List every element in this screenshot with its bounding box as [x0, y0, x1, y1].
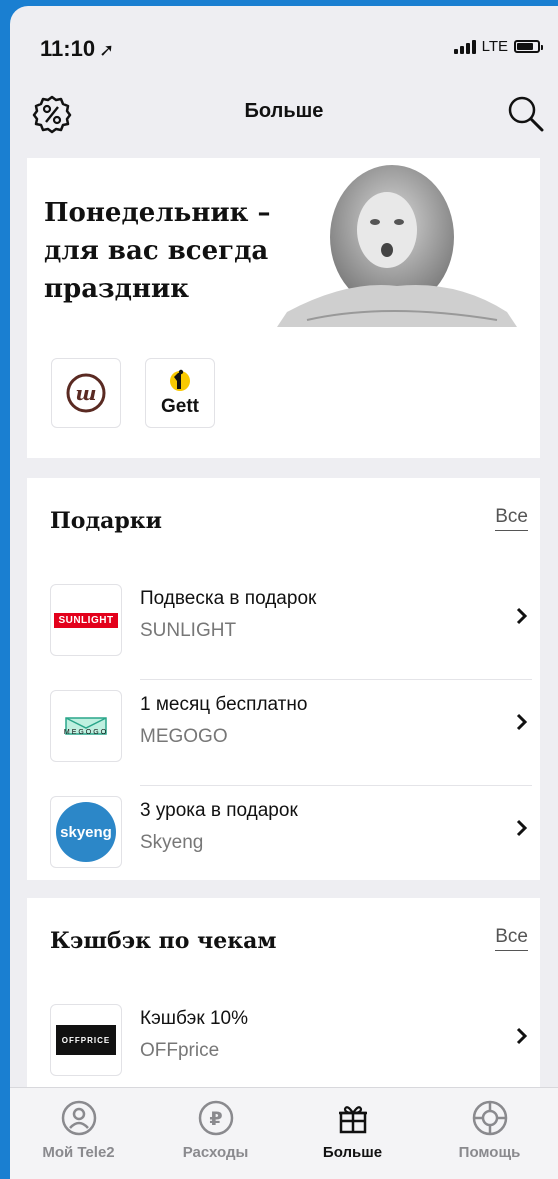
list-item[interactable]: OFFPRICE Кэшбэк 10% OFFprice	[27, 994, 540, 1100]
offer-title: 3 урока в подарок	[140, 800, 298, 821]
promo-banner[interactable]: Понедельник – для вас всегда праздник ш	[27, 158, 540, 458]
svg-text:ш: ш	[75, 381, 96, 405]
offer-brand: SUNLIGHT	[140, 620, 237, 641]
section-title: Подарки	[50, 508, 162, 534]
lifebuoy-icon	[472, 1100, 507, 1136]
partner-w-logo: ш	[66, 373, 106, 413]
chevron-right-icon	[516, 819, 528, 837]
location-arrow-icon: ➚	[99, 40, 115, 60]
sunlight-logo: SUNLIGHT	[50, 584, 122, 656]
skyeng-logo: skyeng	[50, 796, 122, 868]
tab-more[interactable]: Больше	[284, 1088, 421, 1179]
ruble-icon: ₽	[198, 1100, 233, 1136]
status-bar: 11:10 ➚ LTE	[10, 6, 558, 86]
list-item[interactable]: SUNLIGHT Подвеска в подарок SUNLIGHT	[27, 574, 540, 680]
tab-label: Помощь	[458, 1144, 521, 1161]
svg-text:₽: ₽	[209, 1108, 222, 1130]
offer-brand: Skyeng	[140, 832, 204, 853]
offer-title: Кэшбэк 10%	[140, 1008, 248, 1029]
offprice-logo: OFFPRICE	[50, 1004, 122, 1076]
gifts-all-link[interactable]: Все	[495, 506, 528, 531]
offer-brand: MEGOGO	[140, 726, 228, 747]
status-time: 11:10 ➚	[40, 36, 115, 61]
signal-icon	[453, 39, 476, 54]
tab-label: Расходы	[182, 1144, 249, 1161]
gifts-section: Подарки Все SUNLIGHT Подвеска в подарок …	[27, 478, 540, 880]
top-bar: Больше	[10, 86, 558, 146]
megogo-logo: MEGOGO	[50, 690, 122, 762]
tab-help[interactable]: Помощь	[421, 1088, 558, 1179]
chevron-right-icon	[516, 1027, 528, 1045]
network-type: LTE	[481, 38, 508, 55]
tab-label: Мой Tele2	[42, 1144, 115, 1161]
cashback-all-link[interactable]: Все	[495, 926, 528, 951]
offer-title: Подвеска в подарок	[140, 588, 317, 609]
partner-logo-tile[interactable]: ш	[51, 358, 121, 428]
partner-gett-tile[interactable]: Gett	[145, 358, 215, 428]
page-title: Больше	[244, 100, 324, 122]
tab-label: Больше	[322, 1144, 383, 1161]
search-icon	[508, 96, 544, 132]
offer-title: 1 месяц бесплатно	[140, 694, 308, 715]
list-item[interactable]: skyeng 3 урока в подарок Skyeng	[27, 786, 540, 892]
offer-brand: OFFprice	[140, 1040, 220, 1061]
chevron-right-icon	[516, 607, 528, 625]
user-icon	[61, 1100, 96, 1136]
gett-logo-text: Gett	[161, 395, 199, 417]
battery-icon	[514, 40, 543, 53]
status-indicators: LTE	[453, 38, 543, 55]
search-button[interactable]	[506, 94, 546, 134]
tab-expenses[interactable]: ₽ Расходы	[147, 1088, 284, 1179]
gett-figure-icon	[170, 369, 190, 391]
tab-bar: Мой Tele2 ₽ Расходы Больше Помощь	[10, 1087, 558, 1179]
section-title: Кэшбэк по чекам	[50, 928, 277, 954]
gift-icon	[338, 1106, 367, 1134]
chevron-right-icon	[516, 713, 528, 731]
list-item[interactable]: MEGOGO 1 месяц бесплатно MEGOGO	[27, 680, 540, 786]
app-screen: 11:10 ➚ LTE Больше Понедельник – для вас…	[10, 6, 558, 1179]
tab-my-tele2[interactable]: Мой Tele2	[10, 1088, 147, 1179]
promo-woman-image	[277, 165, 517, 327]
